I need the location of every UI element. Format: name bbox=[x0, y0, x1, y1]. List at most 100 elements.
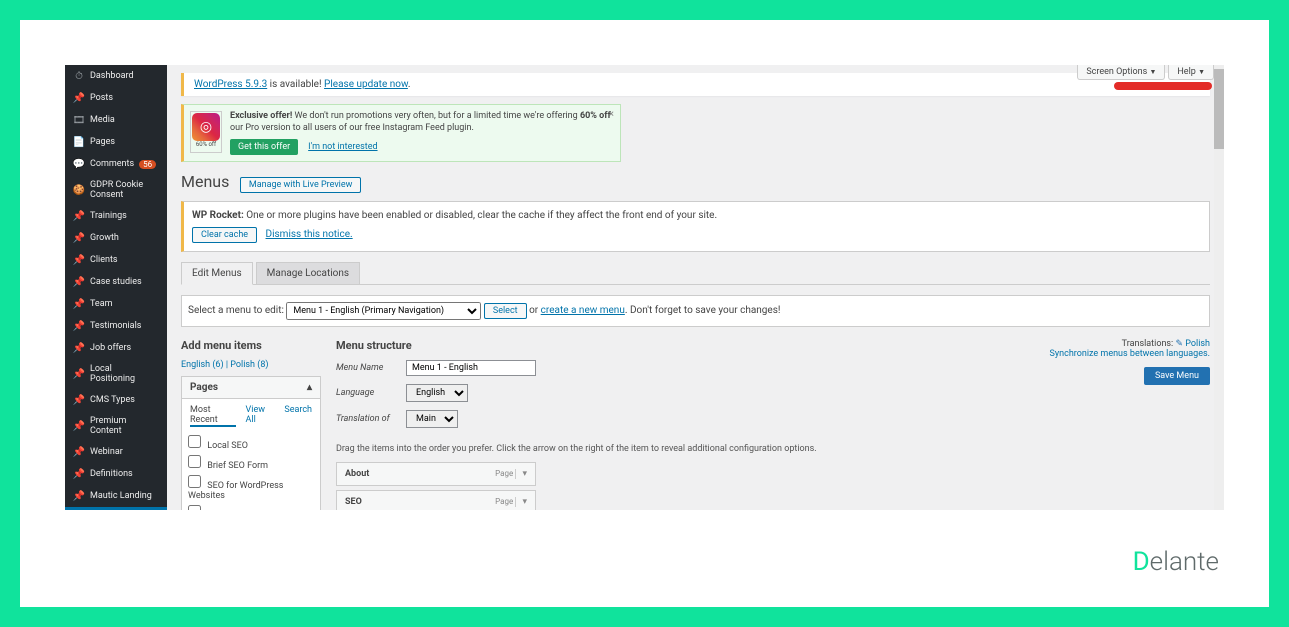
tab-most-recent[interactable]: Most Recent bbox=[190, 405, 236, 427]
dismiss-notice-link[interactable]: Dismiss this notice. bbox=[266, 229, 353, 240]
language-label: Language bbox=[336, 388, 406, 398]
sidebar-item-team[interactable]: 📌Team bbox=[65, 293, 167, 315]
menu-icon: 🍪 bbox=[73, 184, 85, 196]
sidebar-item-definitions[interactable]: 📌Definitions bbox=[65, 463, 167, 485]
drag-hint: Drag the items into the order you prefer… bbox=[336, 444, 1210, 454]
sidebar-item-clients[interactable]: 📌Clients bbox=[65, 249, 167, 271]
menu-icon: 📌 bbox=[73, 342, 85, 354]
wp-version-link[interactable]: WordPress 5.9.3 bbox=[194, 79, 267, 90]
sidebar-item-comments[interactable]: 💬Comments56 bbox=[65, 153, 167, 175]
page-check-item[interactable]: CBD SEO bbox=[188, 503, 314, 510]
pages-accordion: Pages▴ Most Recent View All Search Local… bbox=[181, 376, 321, 510]
pages-accordion-header[interactable]: Pages▴ bbox=[182, 377, 320, 399]
menu-icon: 📌 bbox=[73, 92, 85, 104]
menu-name-input[interactable] bbox=[406, 360, 536, 376]
sidebar-item-cms-types[interactable]: 📌CMS Types bbox=[65, 389, 167, 411]
menu-icon: 📌 bbox=[73, 468, 85, 480]
tab-view-all[interactable]: View All bbox=[246, 405, 275, 427]
admin-sidebar: ⏱Dashboard📌Posts🎞Media📄Pages💬Comments56🍪… bbox=[65, 65, 167, 510]
live-preview-button[interactable]: Manage with Live Preview bbox=[240, 177, 362, 193]
caret-down-icon[interactable]: ▾ bbox=[515, 469, 527, 479]
select-menu-button[interactable]: Select bbox=[484, 303, 527, 319]
sidebar-item-mautic-landing[interactable]: 📌Mautic Landing bbox=[65, 485, 167, 507]
sidebar-item-appearance[interactable]: 🖌Appearance bbox=[65, 507, 167, 510]
menu-icon: 📌 bbox=[73, 210, 85, 222]
tab-edit-menus[interactable]: Edit Menus bbox=[181, 262, 253, 285]
page-check-item[interactable]: Local SEO bbox=[188, 433, 314, 453]
menu-select[interactable]: Menu 1 - English (Primary Navigation) bbox=[286, 302, 481, 320]
menu-icon: 📌 bbox=[73, 298, 85, 310]
redacted-bar bbox=[1114, 82, 1212, 90]
promo-badge: ◎ 60% off bbox=[190, 111, 222, 153]
save-menu-button[interactable]: Save Menu bbox=[1144, 367, 1210, 385]
sidebar-item-job-offers[interactable]: 📌Job offers bbox=[65, 337, 167, 359]
menu-icon: 📌 bbox=[73, 490, 85, 502]
menu-item[interactable]: SEOPage ▾ bbox=[336, 490, 536, 510]
menu-name-label: Menu Name bbox=[336, 363, 406, 373]
sidebar-item-posts[interactable]: 📌Posts bbox=[65, 87, 167, 109]
menu-icon: 📌 bbox=[73, 368, 85, 380]
menu-item[interactable]: AboutPage ▾ bbox=[336, 462, 536, 486]
menu-icon: 📄 bbox=[73, 136, 85, 148]
main-content: Screen Options ▼ Help ▼ WordPress 5.9.3 … bbox=[167, 65, 1224, 510]
translations-label: Translations: ✎ Polish bbox=[1030, 339, 1210, 349]
language-select[interactable]: English bbox=[406, 384, 468, 402]
sync-menus-link[interactable]: Synchronize menus between languages. bbox=[1050, 349, 1210, 359]
sidebar-item-trainings[interactable]: 📌Trainings bbox=[65, 205, 167, 227]
scrollbar-thumb[interactable] bbox=[1214, 69, 1224, 149]
menu-items-list: AboutPage ▾SEOPage ▾SEO sub itemPage ▾ bbox=[336, 462, 1210, 510]
menu-icon: 📌 bbox=[73, 420, 85, 432]
scrollbar[interactable] bbox=[1214, 65, 1224, 510]
menu-tabs: Edit Menus Manage Locations bbox=[181, 262, 1210, 285]
wp-rocket-notice: WP Rocket: One or more plugins have been… bbox=[181, 201, 1210, 252]
sidebar-item-pages[interactable]: 📄Pages bbox=[65, 131, 167, 153]
menu-structure-title: Menu structure bbox=[336, 339, 1030, 352]
language-filter: English (6) | Polish (8) bbox=[181, 360, 321, 370]
promo-notice: ◎ 60% off Exclusive offer! We don't run … bbox=[181, 104, 621, 162]
close-icon[interactable]: × bbox=[609, 109, 614, 120]
menu-icon: 📌 bbox=[73, 394, 85, 406]
instagram-icon: ◎ bbox=[192, 113, 220, 141]
pages-check-list: Local SEO Brief SEO Form SEO for WordPre… bbox=[188, 433, 314, 510]
create-menu-link[interactable]: create a new menu bbox=[541, 305, 625, 316]
menu-icon: 📌 bbox=[73, 276, 85, 288]
caret-down-icon: ▼ bbox=[1149, 68, 1156, 76]
update-now-link[interactable]: Please update now bbox=[324, 79, 408, 90]
menu-icon: 💬 bbox=[73, 158, 85, 170]
caret-down-icon: ▼ bbox=[1198, 68, 1205, 76]
screen-options-tab[interactable]: Screen Options ▼ bbox=[1077, 65, 1165, 80]
menu-icon: 📌 bbox=[73, 232, 85, 244]
brand-logo: Delante bbox=[1133, 547, 1219, 577]
sidebar-item-media[interactable]: 🎞Media bbox=[65, 109, 167, 131]
sidebar-item-case-studies[interactable]: 📌Case studies bbox=[65, 271, 167, 293]
tab-search[interactable]: Search bbox=[284, 405, 312, 427]
menu-icon: 📌 bbox=[73, 446, 85, 458]
get-offer-button[interactable]: Get this offer bbox=[230, 139, 298, 155]
add-menu-items-title: Add menu items bbox=[181, 339, 321, 352]
page-check-item[interactable]: SEO for WordPress Websites bbox=[188, 473, 314, 503]
polish-translation-link[interactable]: Polish bbox=[1185, 339, 1210, 349]
sidebar-item-growth[interactable]: 📌Growth bbox=[65, 227, 167, 249]
menu-icon: 📌 bbox=[73, 320, 85, 332]
caret-down-icon[interactable]: ▾ bbox=[515, 497, 527, 507]
update-notice: WordPress 5.9.3 is available! Please upd… bbox=[181, 73, 1210, 96]
sidebar-item-premium-content[interactable]: 📌Premium Content bbox=[65, 411, 167, 441]
not-interested-link[interactable]: I'm not interested bbox=[308, 142, 377, 152]
caret-up-icon: ▴ bbox=[307, 382, 312, 393]
clear-cache-button[interactable]: Clear cache bbox=[192, 227, 257, 243]
sidebar-item-gdpr-cookie-consent[interactable]: 🍪GDPR Cookie Consent bbox=[65, 175, 167, 205]
help-tab[interactable]: Help ▼ bbox=[1168, 65, 1214, 80]
translation-of-select[interactable]: Main bbox=[406, 410, 458, 428]
sidebar-item-dashboard[interactable]: ⏱Dashboard bbox=[65, 65, 167, 87]
translation-of-label: Translation of bbox=[336, 414, 406, 424]
tab-manage-locations[interactable]: Manage Locations bbox=[256, 262, 360, 284]
select-menu-row: Select a menu to edit: Menu 1 - English … bbox=[181, 295, 1210, 327]
page-check-item[interactable]: Brief SEO Form bbox=[188, 453, 314, 473]
page-title: Menus bbox=[181, 172, 229, 191]
menu-icon: 📌 bbox=[73, 254, 85, 266]
sidebar-item-testimonials[interactable]: 📌Testimonials bbox=[65, 315, 167, 337]
sidebar-item-webinar[interactable]: 📌Webinar bbox=[65, 441, 167, 463]
sidebar-item-local-positioning[interactable]: 📌Local Positioning bbox=[65, 359, 167, 389]
menu-icon: 🎞 bbox=[73, 114, 85, 126]
menu-icon: ⏱ bbox=[73, 70, 85, 82]
